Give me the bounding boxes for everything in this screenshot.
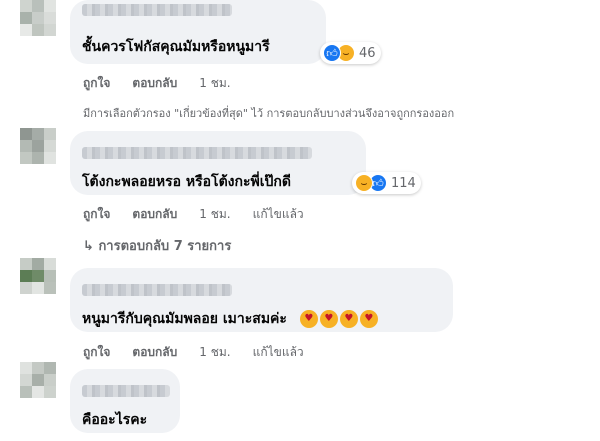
like-link[interactable]: ถูกใจ: [83, 205, 110, 224]
comment-bubble: ชั้นควรโฟกัสคุณมัมหรือหนูมารี: [70, 0, 326, 64]
comment-actions: ถูกใจ ตอบกลับ 1 ชม. แก้ไขแล้ว: [83, 205, 304, 224]
comment-text-body: หนูมารีกับคุณมัมพลอย เมาะสมค่ะ: [82, 311, 287, 327]
comment-text: ชั้นควรโฟกัสคุณมัมหรือหนูมารี: [82, 39, 270, 55]
timestamp[interactable]: 1 ชม.: [199, 74, 230, 93]
view-replies-label: การตอบกลับ 7 รายการ: [98, 239, 232, 254]
commenter-name-redacted[interactable]: [82, 147, 312, 159]
reaction-summary[interactable]: 👍︎ ⌣ 46: [320, 42, 381, 64]
timestamp[interactable]: 1 ชม.: [199, 343, 230, 362]
reply-link[interactable]: ตอบกลับ: [132, 74, 177, 93]
edited-label: แก้ไขแล้ว: [252, 207, 304, 221]
avatar[interactable]: [20, 362, 56, 398]
comment-text: หนูมารีกับคุณมัมพลอย เมาะสมค่ะ ♥ ♥ ♥ ♥: [82, 308, 378, 330]
avatar[interactable]: [20, 0, 56, 36]
comment-actions: ถูกใจ ตอบกลับ 1 ชม.: [83, 74, 231, 93]
heart-eyes-emoji: ♥: [319, 310, 338, 328]
like-icon: 👍︎: [323, 44, 341, 62]
reply-link[interactable]: ตอบกลับ: [132, 343, 177, 362]
haha-icon: ⌣: [355, 174, 373, 192]
comment-text: โต้งกะพลอยหรอ หรือโต้งกะพี่เป๊กดี: [82, 174, 291, 190]
reaction-summary[interactable]: ⌣ 👍︎ 114: [352, 172, 421, 194]
timestamp[interactable]: 1 ชม.: [199, 205, 230, 224]
avatar[interactable]: [20, 258, 56, 294]
smiling-hearts-emoji: ♥: [339, 310, 358, 328]
avatar[interactable]: [20, 128, 56, 164]
commenter-name-redacted[interactable]: [82, 4, 232, 16]
commenter-name-redacted[interactable]: [82, 385, 170, 397]
comment-bubble: หนูมารีกับคุณมัมพลอย เมาะสมค่ะ ♥ ♥ ♥ ♥: [70, 268, 453, 332]
like-link[interactable]: ถูกใจ: [83, 74, 110, 93]
comment-bubble: คืออะไรคะ: [70, 369, 180, 433]
view-replies-link[interactable]: ↳ การตอบกลับ 7 รายการ: [83, 235, 231, 256]
reaction-count: 46: [359, 45, 376, 61]
reply-link[interactable]: ตอบกลับ: [132, 205, 177, 224]
smiling-hearts-emoji: ♥: [359, 310, 378, 328]
heart-eyes-emoji: ♥: [299, 310, 318, 328]
comment-bubble: โต้งกะพลอยหรอ หรือโต้งกะพี่เป๊กดี: [70, 131, 366, 195]
like-link[interactable]: ถูกใจ: [83, 343, 110, 362]
commenter-name-redacted[interactable]: [82, 284, 232, 296]
comment-text: คืออะไรคะ: [82, 412, 148, 428]
filter-note: มีการเลือกตัวกรอง "เกี่ยวข้องที่สุด" ไว้…: [83, 107, 455, 120]
reply-arrow-icon: ↳: [83, 239, 94, 254]
comment-actions: ถูกใจ ตอบกลับ 1 ชม. แก้ไขแล้ว: [83, 343, 304, 362]
edited-label: แก้ไขแล้ว: [252, 345, 304, 359]
reaction-count: 114: [391, 175, 416, 191]
